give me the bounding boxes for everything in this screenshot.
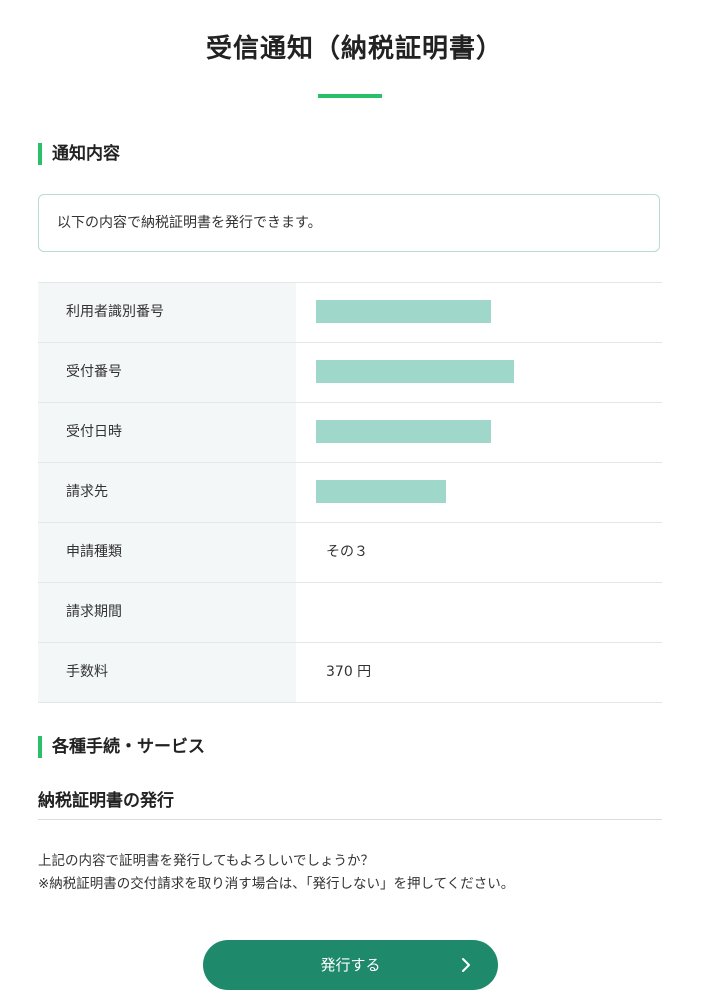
redacted-value xyxy=(316,300,491,323)
detail-label-receipt-datetime: 受付日時 xyxy=(38,403,296,462)
redacted-value xyxy=(316,360,514,383)
detail-label-fee: 手数料 xyxy=(38,643,296,702)
issue-button-label: 発行する xyxy=(320,956,381,974)
detail-value-receipt-datetime xyxy=(296,403,662,462)
table-row: 受付番号 xyxy=(38,343,662,403)
table-row: 請求先 xyxy=(38,463,662,523)
redacted-value xyxy=(316,420,491,443)
detail-label-billing-period: 請求期間 xyxy=(38,583,296,642)
title-underline xyxy=(318,94,382,98)
table-row: 利用者識別番号 xyxy=(38,283,662,343)
table-row: 請求期間 xyxy=(38,583,662,643)
services-section-heading: 各種手続・サービス xyxy=(38,736,205,758)
chevron-right-icon xyxy=(462,958,470,972)
issue-button[interactable]: 発行する xyxy=(203,940,498,990)
detail-label-application-type: 申請種類 xyxy=(38,523,296,582)
table-row: 手数料 370 円 xyxy=(38,643,662,703)
divider xyxy=(38,819,662,820)
confirm-question-text: 上記の内容で証明書を発行してもよろしいでしょうか？ xyxy=(38,853,375,869)
table-row: 申請種類 その３ xyxy=(38,523,662,583)
notice-message-box: 以下の内容で納税証明書を発行できます。 xyxy=(38,194,660,252)
detail-value-fee: 370 円 xyxy=(326,664,372,680)
detail-label-user-id: 利用者識別番号 xyxy=(38,283,296,342)
detail-value-billing-target xyxy=(296,463,662,522)
detail-value-receipt-number xyxy=(296,343,662,402)
detail-value-billing-period xyxy=(296,583,662,642)
issue-certificate-heading: 納税証明書の発行 xyxy=(38,791,174,811)
notice-details-table: 利用者識別番号 受付番号 受付日時 請求先 申請種類 その３ 請求期間 手数料 … xyxy=(38,282,662,703)
table-row: 受付日時 xyxy=(38,403,662,463)
detail-label-billing-target: 請求先 xyxy=(38,463,296,522)
detail-value-application-type: その３ xyxy=(326,544,368,560)
notice-section-heading: 通知内容 xyxy=(38,143,120,165)
page-title: 受信通知（納税証明書） xyxy=(205,34,503,64)
redacted-value xyxy=(316,480,446,503)
cancel-instruction-text: ※納税証明書の交付請求を取り消す場合は、「発行しない」を押してください。 xyxy=(38,876,515,892)
detail-label-receipt-number: 受付番号 xyxy=(38,343,296,402)
detail-value-user-id xyxy=(296,283,662,342)
